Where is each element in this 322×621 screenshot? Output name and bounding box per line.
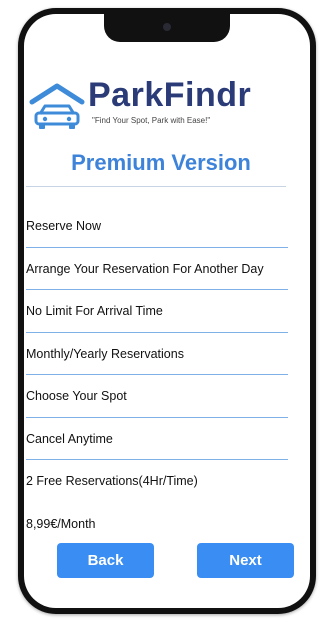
list-item: 2 Free Reservations(4Hr/Time) xyxy=(26,474,198,488)
phone-notch xyxy=(104,14,230,42)
price-label: 8,99€/Month xyxy=(26,517,96,531)
list-item: Monthly/Yearly Reservations xyxy=(26,333,288,375)
front-camera-icon xyxy=(163,23,171,31)
title-divider xyxy=(26,186,286,187)
list-item: Cancel Anytime xyxy=(26,418,288,460)
list-item: Arrange Your Reservation For Another Day xyxy=(26,248,288,290)
next-button[interactable]: Next xyxy=(197,543,294,578)
list-item: No Limit For Arrival Time xyxy=(26,290,288,333)
brand-tagline: "Find Your Spot, Park with Ease!" xyxy=(92,116,211,125)
app-logo: ParkFindr "Find Your Spot, Park with Eas… xyxy=(28,76,278,134)
back-button[interactable]: Back xyxy=(57,543,154,578)
parking-garage-car-icon xyxy=(29,83,85,129)
feature-list: Reserve Now Arrange Your Reservation For… xyxy=(26,205,288,503)
page-title: Premium Version xyxy=(71,150,251,175)
list-item: Choose Your Spot xyxy=(26,375,288,418)
brand-name: ParkFindr xyxy=(88,76,252,114)
list-item: Reserve Now xyxy=(26,205,288,248)
